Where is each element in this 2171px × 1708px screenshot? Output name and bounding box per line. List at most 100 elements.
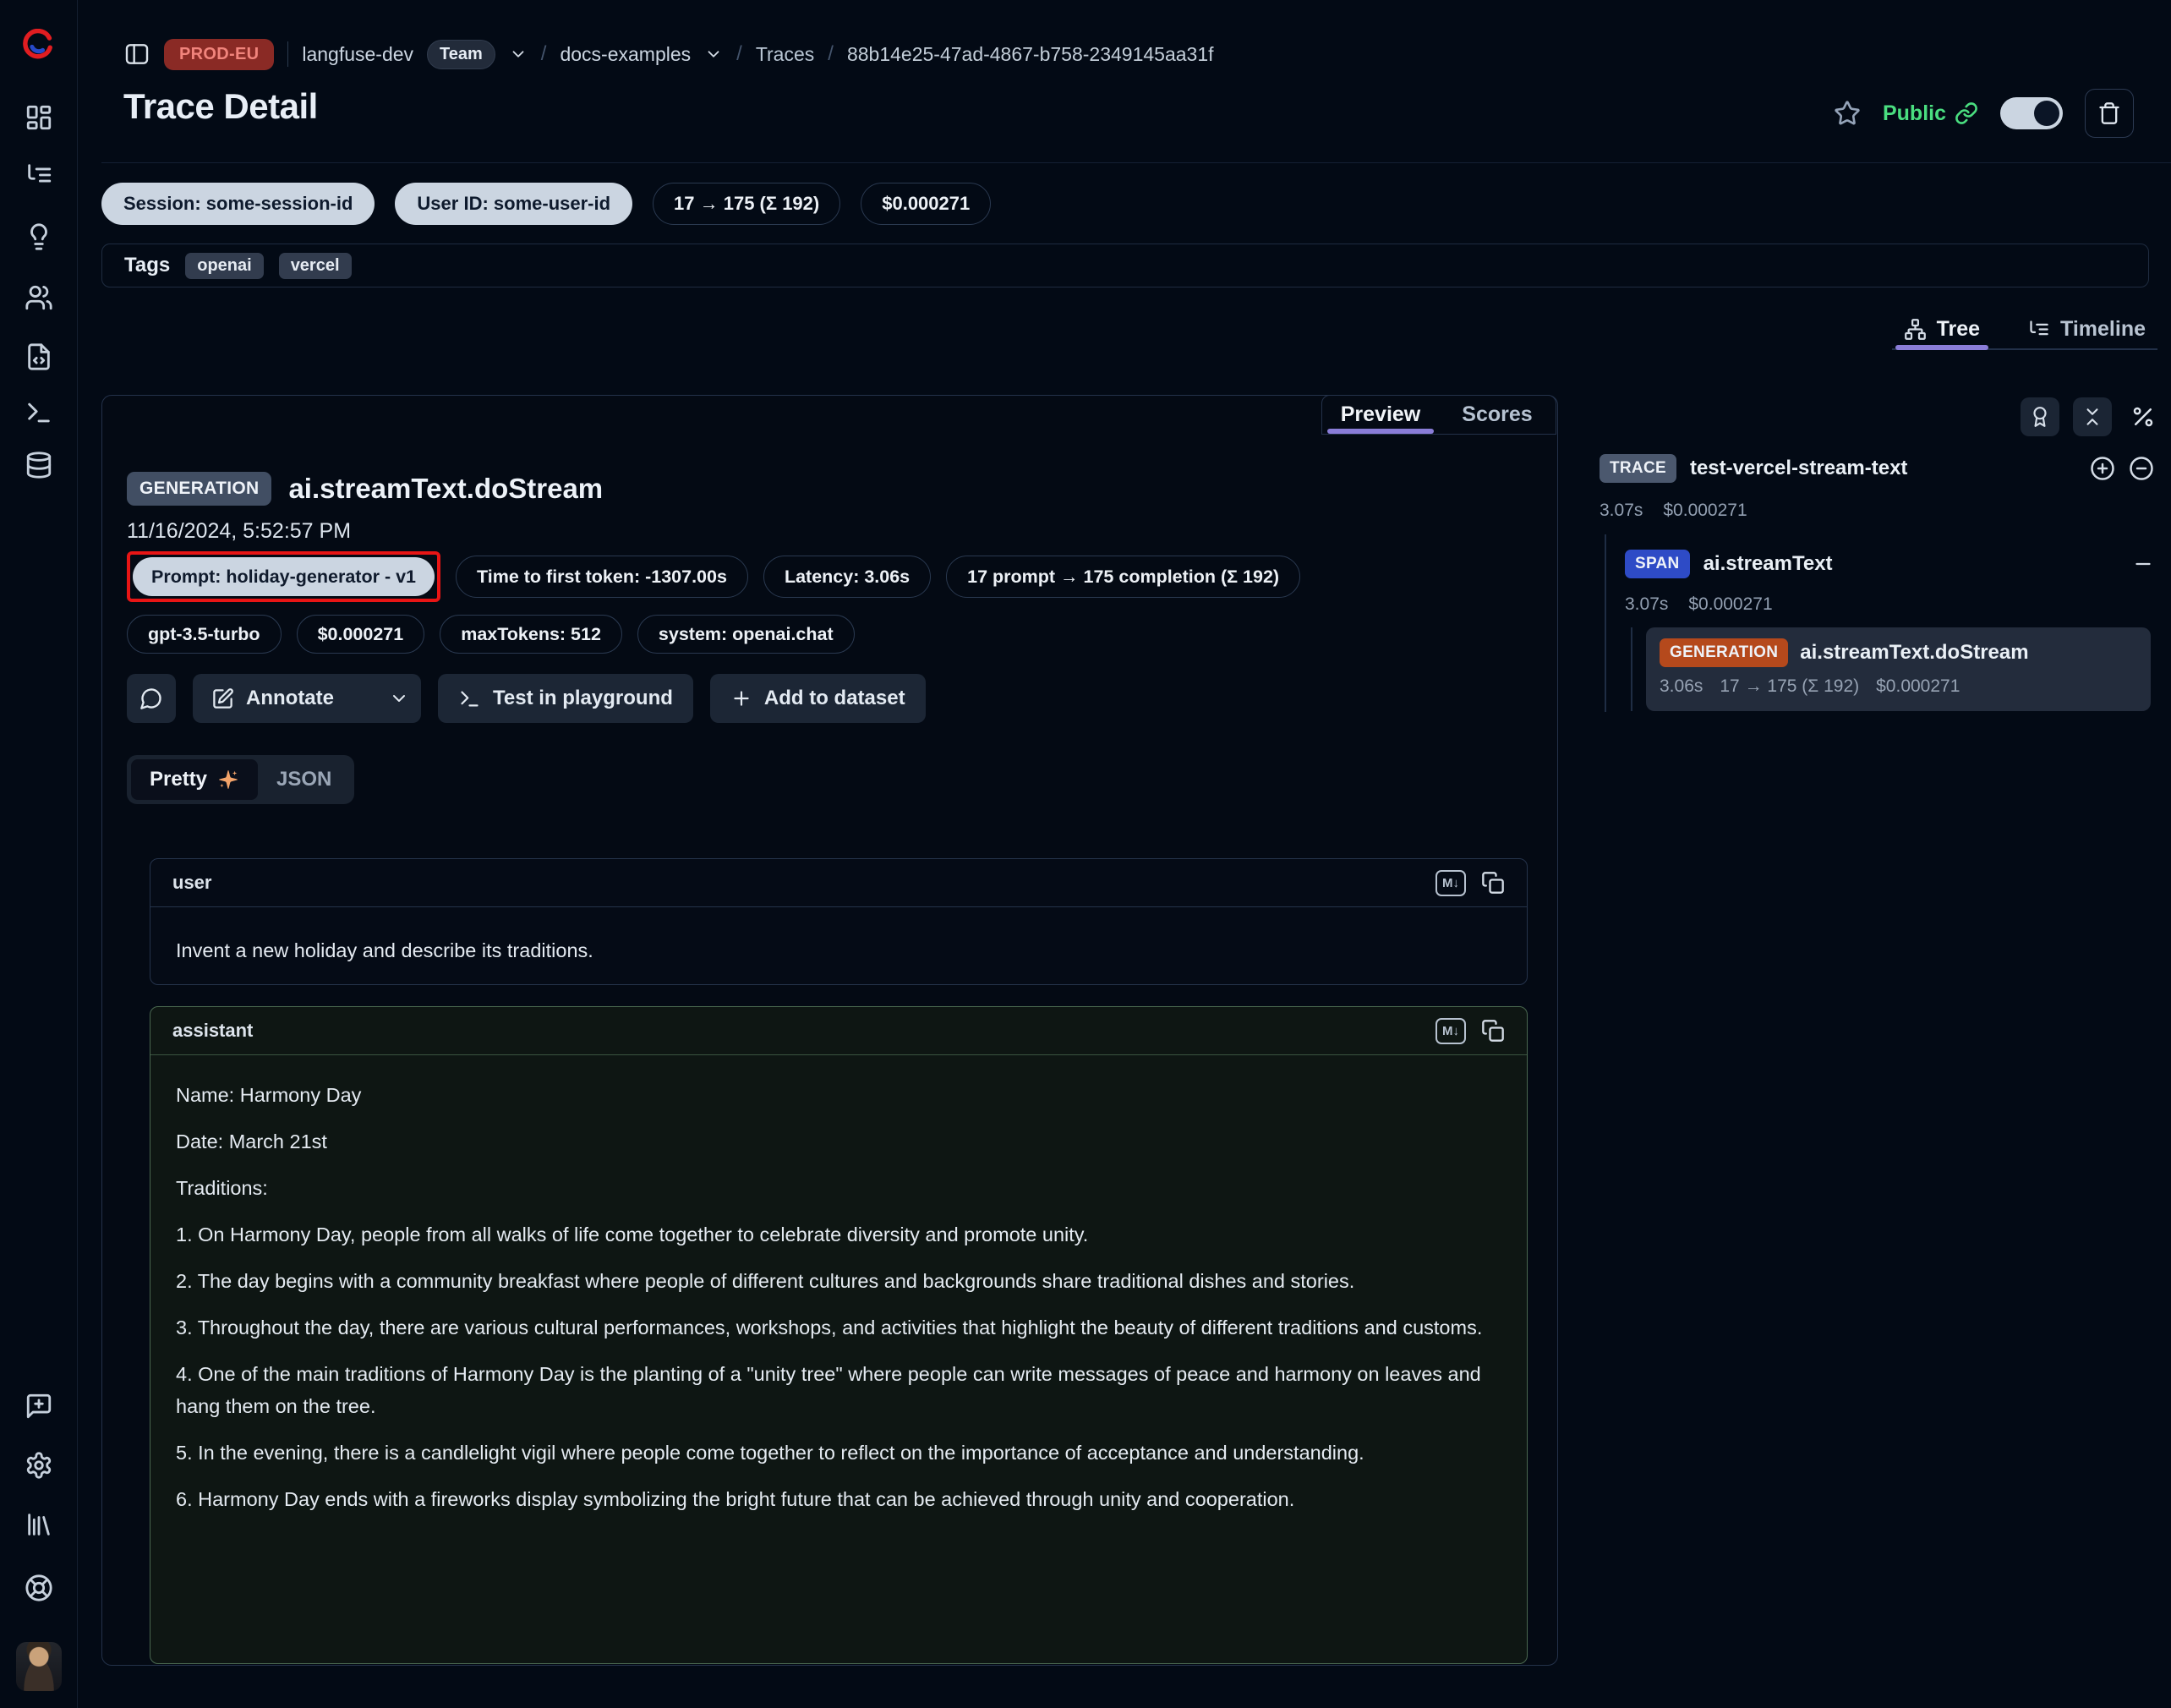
- tab-scores[interactable]: Scores: [1439, 396, 1556, 434]
- prompt-chip[interactable]: Prompt: holiday-generator - v1: [133, 557, 435, 596]
- user-id-chip[interactable]: User ID: some-user-id: [395, 183, 632, 225]
- settings-gear-icon[interactable]: [25, 1451, 53, 1480]
- trace-cost: $0.000271: [1663, 501, 1747, 521]
- playground-label: Test in playground: [493, 687, 673, 710]
- database-icon[interactable]: [25, 451, 53, 479]
- dashboard-icon[interactable]: [25, 103, 53, 132]
- tree-node-generation-selected[interactable]: GENERATION ai.streamText.doStream 3.06s …: [1646, 627, 2151, 711]
- langfuse-logo-icon[interactable]: [22, 29, 54, 61]
- copy-icon[interactable]: [1481, 871, 1505, 895]
- chevron-down-icon[interactable]: [704, 45, 723, 63]
- markdown-toggle-icon[interactable]: [1435, 870, 1466, 896]
- public-link[interactable]: Public: [1883, 101, 1978, 126]
- breadcrumb-project[interactable]: docs-examples: [560, 43, 691, 66]
- tree-node-span[interactable]: SPAN ai.streamText: [1625, 550, 2154, 578]
- tab-tree[interactable]: Tree: [1895, 310, 1988, 348]
- annotate-label: Annotate: [246, 687, 334, 710]
- terminal-icon: [458, 687, 481, 710]
- toggle-knob: [2034, 101, 2059, 126]
- trace-metrics: 3.07s $0.000271: [1600, 501, 1747, 521]
- sparkles-icon: [217, 769, 239, 791]
- panel-tabs: Preview Scores: [1321, 395, 1556, 435]
- playground-terminal-icon[interactable]: [25, 398, 53, 427]
- percent-icon: [2130, 404, 2156, 430]
- max-tokens-chip: maxTokens: 512: [440, 615, 622, 654]
- chevron-down-icon: [389, 688, 409, 709]
- delete-trace-button[interactable]: [2085, 89, 2134, 138]
- message-line: 2. The day begins with a community break…: [176, 1265, 1501, 1297]
- tab-timeline[interactable]: Timeline: [2019, 310, 2154, 348]
- org-tag-badge[interactable]: Team: [427, 40, 495, 69]
- breadcrumb-traces[interactable]: Traces: [756, 43, 814, 66]
- tags-label: Tags: [124, 254, 170, 277]
- json-segment[interactable]: JSON: [258, 759, 350, 800]
- users-icon[interactable]: [25, 283, 53, 312]
- divider: [287, 41, 288, 67]
- add-to-dataset-button[interactable]: Add to dataset: [710, 674, 926, 723]
- markdown-toggle-icon[interactable]: [1435, 1018, 1466, 1044]
- star-icon[interactable]: [1834, 100, 1861, 127]
- span-badge: SPAN: [1625, 550, 1690, 578]
- prompt-completion-chip: 17 prompt → 175 completion (Σ 192): [946, 556, 1300, 598]
- minus-icon[interactable]: [2132, 553, 2154, 575]
- observation-title: ai.streamText.doStream: [288, 473, 603, 505]
- assistant-message-body: Name: Harmony Day Date: March 21st Tradi…: [150, 1055, 1527, 1539]
- pretty-segment[interactable]: Pretty: [131, 759, 258, 800]
- message-role: user: [172, 872, 211, 894]
- observation-actions: Annotate Test in playground Add to datas…: [127, 674, 926, 723]
- award-icon-button[interactable]: [2021, 397, 2059, 436]
- library-icon[interactable]: [25, 1510, 53, 1539]
- tag-vercel[interactable]: vercel: [279, 253, 352, 279]
- ttft-chip: Time to first token: -1307.00s: [456, 556, 748, 598]
- comment-button[interactable]: [127, 674, 176, 723]
- breadcrumb-org[interactable]: langfuse-dev: [302, 43, 413, 66]
- collapse-icon[interactable]: [2129, 456, 2154, 481]
- support-lifebuoy-icon[interactable]: [25, 1574, 53, 1602]
- tree-panel-actions: [1594, 397, 2156, 436]
- tree-connector: [1605, 534, 1606, 712]
- trace-detail-page: PROD-EU langfuse-dev Team / docs-example…: [0, 0, 2171, 1708]
- observation-chips-row-2: gpt-3.5-turbo $0.000271 maxTokens: 512 s…: [127, 615, 855, 654]
- feedback-icon[interactable]: [25, 1392, 53, 1421]
- datasets-file-code-icon[interactable]: [25, 342, 53, 371]
- public-toggle[interactable]: [2000, 97, 2063, 129]
- annotate-button[interactable]: Annotate: [193, 687, 353, 710]
- prompts-lightbulb-icon[interactable]: [25, 222, 53, 251]
- tree-node-trace[interactable]: TRACE test-vercel-stream-text: [1600, 454, 2154, 483]
- generation-badge: GENERATION: [1660, 638, 1788, 667]
- prompt-chip-highlight: Prompt: holiday-generator - v1: [127, 551, 440, 602]
- observation-timestamp: 11/16/2024, 5:52:57 PM: [127, 519, 351, 544]
- expand-all-icon[interactable]: [2090, 456, 2115, 481]
- message-line: 1. On Harmony Day, people from all walks…: [176, 1218, 1501, 1251]
- tags-container: Tags openai vercel: [101, 244, 2149, 287]
- breadcrumb-trace-id[interactable]: 88b14e25-47ad-4867-b758-2349145aa31f: [847, 43, 1214, 66]
- breadcrumb-separator: /: [541, 42, 547, 66]
- annotate-dropdown-button[interactable]: [377, 688, 421, 709]
- tag-openai[interactable]: openai: [185, 253, 263, 279]
- span-cost: $0.000271: [1688, 594, 1772, 615]
- sidebar-toggle-icon[interactable]: [123, 41, 150, 68]
- public-label: Public: [1883, 101, 1946, 126]
- trace-badge: TRACE: [1600, 454, 1676, 483]
- generation-tokens: 17 → 175 (Σ 192): [1720, 676, 1859, 697]
- tab-timeline-label: Timeline: [2060, 317, 2146, 342]
- tab-preview[interactable]: Preview: [1322, 396, 1439, 434]
- percent-toggle[interactable]: [2130, 404, 2156, 430]
- cost-chip: $0.000271: [861, 183, 991, 225]
- copy-icon[interactable]: [1481, 1019, 1505, 1043]
- message-role: assistant: [172, 1020, 253, 1042]
- chevron-down-icon[interactable]: [509, 45, 528, 63]
- session-chip[interactable]: Session: some-session-id: [101, 183, 375, 225]
- user-message-header: user: [150, 859, 1527, 907]
- user-message-card: user Invent a new holiday and describe i…: [150, 858, 1528, 985]
- tree-connector: [1631, 627, 1632, 711]
- test-in-playground-button[interactable]: Test in playground: [438, 674, 693, 723]
- tracing-icon[interactable]: [25, 161, 53, 189]
- pretty-label: Pretty: [150, 768, 207, 791]
- collapse-all-button[interactable]: [2073, 397, 2112, 436]
- env-badge[interactable]: PROD-EU: [164, 39, 274, 70]
- user-avatar[interactable]: [16, 1642, 62, 1691]
- cost-chip-2: $0.000271: [297, 615, 425, 654]
- generation-cost: $0.000271: [1876, 676, 1960, 697]
- span-name: ai.streamText: [1703, 552, 1833, 576]
